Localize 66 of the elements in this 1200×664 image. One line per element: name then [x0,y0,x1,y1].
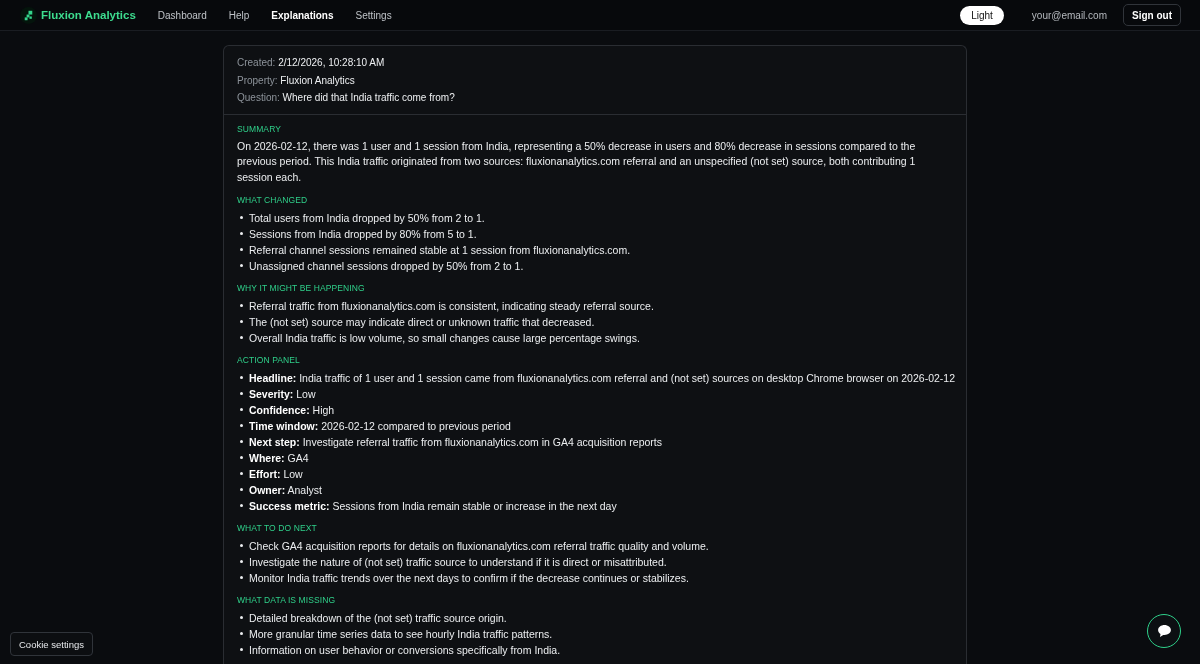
bullet-icon [240,336,243,340]
bullet-icon [240,424,243,428]
action-item-text: Where: GA4 [249,450,309,466]
meta-text: Created: 2/12/2026, 10:28:10 AM [237,56,386,70]
section-heading: WHAT CHANGED [237,193,309,207]
action-item-text: Owner: Analyst [249,482,322,498]
theme-toggle-button[interactable]: Light [960,5,1004,25]
action-item-text: Headline: India traffic of 1 user and 1 session came from fluxionanalytics.com referral and (not set) sources on desktop Chrome browser on 2026-02-12 [249,370,955,386]
section-heading: WHAT DATA IS MISSING [237,593,337,607]
bullet-icon [240,472,243,476]
meta-text: Question: Where did that India traffic come from? [237,91,456,105]
bullet-icon [240,248,243,252]
list-item-text: Unassigned channel sessions dropped by 50% from 2 to 1. [249,258,524,274]
bullet-icon [240,544,243,548]
bullet-icon [240,304,243,308]
user-email: your@email.com [1031,9,1107,21]
bullet-icon [240,264,243,268]
nav-link[interactable]: Explanations [271,9,334,21]
speech-bubble-icon [1157,625,1171,637]
bullet-icon [240,560,243,564]
nav-link[interactable]: Help [228,9,250,21]
list-item-text: Referral channel sessions remained stable at 1 session from fluxionanalytics.com. [249,242,631,258]
bullet-icon [240,504,243,508]
bullet-icon [240,232,243,236]
logo-icon[interactable] [20,6,37,24]
section-heading: WHAT TO DO NEXT [237,521,318,535]
list-item-text: The (not set) source may indicate direct or unknown traffic that decreased. [249,314,595,330]
action-item-text: Time window: 2026-02-12 compared to previous period [249,418,511,434]
list-item-text: Overall India traffic is low volume, so small changes cause large percentage swings. [249,330,640,346]
list-item-text: Detailed breakdown of the (not set) traffic source origin. [249,610,507,626]
action-item-text: Success metric: Sessions from India remain stable or increase in the next day [249,498,617,514]
action-item-text: Severity: Low [249,386,316,402]
summary-text: On 2026-02-12, there was 1 user and 1 session from India, representing a 50% decrease in users and 80% decrease in sessions compared to the previous period. This India traffic originated from two sources: fluxionanalytics.com referral and an unspecified (not set) source, both contributing 1 session each. [237,138,917,185]
list-item-text: Sessions from India dropped by 80% from 5 to 1. [249,226,477,242]
bullet-icon [240,408,243,412]
bullet-icon [240,392,243,396]
section-heading: SUMMARY [237,122,282,136]
bullet-icon [240,216,243,220]
action-item-text: Confidence: High [249,402,335,418]
list-item-text: Referral traffic from fluxionanalytics.com is consistent, indicating steady referral source. [249,298,654,314]
sign-out-button[interactable]: Sign out [1123,4,1181,26]
bullet-icon [240,576,243,580]
list-item-text: Investigate the nature of (not set) traffic source to understand if it is direct or misattributed. [249,554,667,570]
bullet-icon [240,320,243,324]
nav-link[interactable]: Dashboard [157,9,207,21]
chat-button[interactable] [1147,614,1181,648]
meta-text: Property: Fluxion Analytics [237,73,356,88]
section-heading: ACTION PANEL [237,353,301,367]
list-item-text: More granular time series data to see hourly India traffic patterns. [249,626,553,642]
section-heading: WHY IT MIGHT BE HAPPENING [237,281,366,295]
bullet-icon [240,488,243,492]
nav-link[interactable]: Settings [355,9,392,21]
brand-name[interactable]: Fluxion Analytics [41,9,136,21]
cookie-settings-button[interactable]: Cookie settings [10,632,93,656]
action-item-text: Effort: Low [249,466,303,482]
bullet-icon [240,632,243,636]
bullet-icon [240,376,243,380]
bullet-icon [240,440,243,444]
list-item-text: Check GA4 acquisition reports for details on fluxionanalytics.com referral traffic quality and volume. [249,538,709,554]
list-item-text: Information on user behavior or conversions specifically from India. [249,642,561,658]
list-item-text: Monitor India traffic trends over the next days to confirm if the decrease continues or stabilizes. [249,570,689,586]
bullet-icon [240,648,243,652]
action-item-text: Next step: Investigate referral traffic from fluxionanalytics.com in GA4 acquisition reports [249,434,662,450]
list-item-text: Total users from India dropped by 50% from 2 to 1. [249,210,485,226]
bullet-icon [240,456,243,460]
bullet-icon [240,616,243,620]
